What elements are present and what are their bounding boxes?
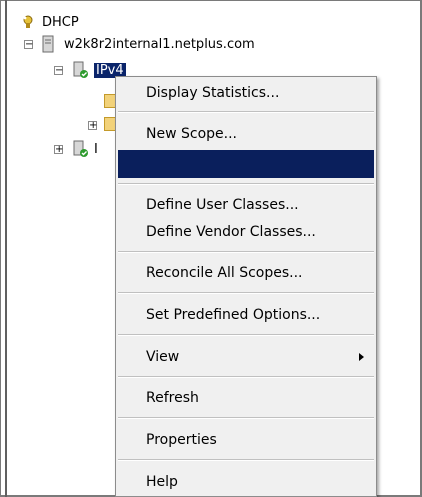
expand-toggle-ipv6[interactable]: + bbox=[54, 145, 63, 155]
menu-item-properties[interactable]: Properties bbox=[118, 426, 374, 454]
submenu-arrow-icon bbox=[359, 353, 364, 361]
menu-item-label: Help bbox=[146, 474, 178, 490]
menu-separator bbox=[118, 459, 374, 461]
menu-separator bbox=[118, 376, 374, 378]
dhcp-icon bbox=[20, 14, 36, 30]
menu-item-display-statistics[interactable]: Display Statistics... bbox=[118, 79, 374, 107]
menu-item-define-vendor-classes[interactable]: Define Vendor Classes... bbox=[118, 218, 374, 246]
collapse-toggle-server[interactable]: − bbox=[24, 40, 33, 50]
tree-node-dhcp[interactable]: DHCP bbox=[20, 12, 79, 32]
tree-node-ipv6[interactable]: I bbox=[72, 139, 98, 159]
tree-node-server[interactable]: w2k8r2internal1.netplus.com bbox=[42, 34, 255, 54]
tree-label-server: w2k8r2internal1.netplus.com bbox=[64, 36, 255, 52]
ipv6-server-icon bbox=[72, 140, 90, 158]
menu-item-set-predefined-options[interactable]: Set Predefined Options... bbox=[118, 301, 374, 329]
menu-item-label: Define Vendor Classes... bbox=[146, 224, 316, 240]
menu-item-highlighted[interactable] bbox=[118, 150, 374, 178]
menu-item-help[interactable]: Help bbox=[118, 468, 374, 496]
menu-item-label: Properties bbox=[146, 432, 217, 448]
tree-label-ipv6: I bbox=[94, 141, 98, 157]
menu-separator bbox=[118, 183, 374, 185]
menu-separator bbox=[118, 334, 374, 336]
menu-item-label: New Scope... bbox=[146, 126, 237, 142]
menu-item-label: View bbox=[146, 349, 180, 365]
server-icon bbox=[42, 35, 56, 53]
collapse-toggle-ipv4[interactable]: − bbox=[54, 66, 63, 76]
menu-separator bbox=[118, 292, 374, 294]
menu-item-new-scope[interactable]: New Scope... bbox=[118, 120, 374, 148]
menu-item-label: Set Predefined Options... bbox=[146, 307, 321, 323]
menu-separator bbox=[118, 111, 374, 113]
menu-item-label: Reconcile All Scopes... bbox=[146, 265, 303, 281]
pane-divider bbox=[5, 0, 7, 497]
tree-label-dhcp: DHCP bbox=[42, 14, 79, 30]
menu-item-view[interactable]: View bbox=[118, 343, 374, 371]
context-menu: Display Statistics... New Scope... Defin… bbox=[115, 76, 377, 497]
menu-item-reconcile-all-scopes[interactable]: Reconcile All Scopes... bbox=[118, 259, 374, 287]
menu-item-refresh[interactable]: Refresh bbox=[118, 384, 374, 412]
menu-separator bbox=[118, 417, 374, 419]
expand-toggle-scope[interactable]: + bbox=[88, 121, 97, 131]
menu-item-define-user-classes[interactable]: Define User Classes... bbox=[118, 191, 374, 219]
menu-item-label: Display Statistics... bbox=[146, 85, 280, 101]
menu-separator bbox=[118, 251, 374, 253]
menu-item-label: Define User Classes... bbox=[146, 197, 299, 213]
menu-item-label: Refresh bbox=[146, 390, 199, 406]
ipv4-server-icon bbox=[72, 61, 90, 79]
